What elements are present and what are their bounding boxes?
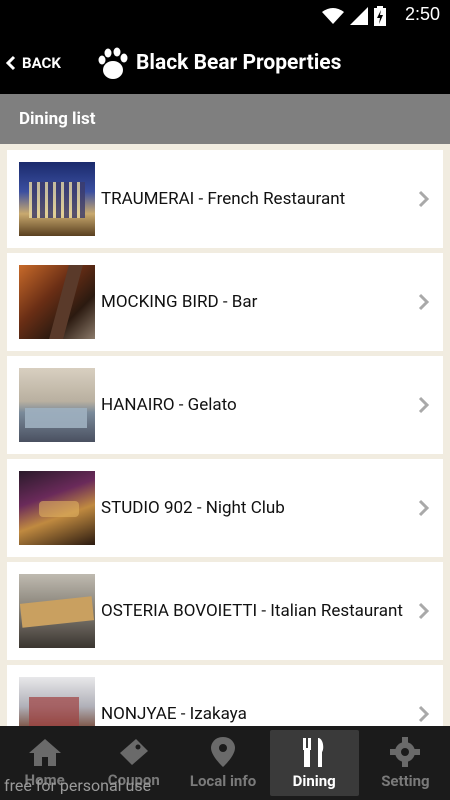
chevron-right-icon (418, 293, 430, 311)
dining-photo (19, 574, 95, 648)
dining-photo (19, 677, 95, 726)
watermark: free for personal use (4, 776, 152, 795)
fork-knife-icon (303, 738, 324, 767)
list-item[interactable]: OSTERIA BOVOIETTI - Italian Restaurant (7, 562, 443, 660)
status-icons (322, 6, 386, 26)
tab-label: Dining (292, 772, 336, 790)
list-item[interactable]: TRAUMERAI - French Restaurant (7, 150, 443, 248)
dining-name: HANAIRO - Gelato (101, 395, 237, 415)
chevron-right-icon (418, 190, 430, 208)
dining-list[interactable]: TRAUMERAI - French Restaurant MOCKING BI… (0, 144, 450, 726)
app-title: Black Bear Properties (136, 51, 342, 75)
list-item[interactable]: NONJYAE - Izakaya (7, 665, 443, 726)
tab-setting[interactable]: Setting (361, 726, 450, 800)
list-item[interactable]: HANAIRO - Gelato (7, 356, 443, 454)
ticket-icon (119, 739, 148, 765)
tab-dining[interactable]: Dining (269, 730, 359, 796)
dining-name: MOCKING BIRD - Bar (101, 292, 258, 312)
dining-photo (19, 265, 95, 339)
signal-icon (350, 7, 368, 25)
back-button[interactable]: BACK (6, 32, 61, 94)
chevron-left-icon (6, 55, 16, 71)
status-bar: 2:50 (0, 0, 450, 32)
list-item[interactable]: STUDIO 902 - Night Club (7, 459, 443, 557)
tab-label: Setting (381, 772, 430, 790)
wifi-icon (322, 8, 344, 24)
app-header: BACK Black Bear Properties (0, 32, 450, 94)
chevron-right-icon (418, 499, 430, 517)
map-pin-icon (211, 737, 235, 767)
chevron-right-icon (418, 602, 430, 620)
list-item[interactable]: MOCKING BIRD - Bar (7, 253, 443, 351)
chevron-right-icon (418, 705, 430, 723)
dining-name: OSTERIA BOVOIETTI - Italian Restaurant (101, 601, 403, 621)
home-icon (28, 739, 61, 766)
chevron-right-icon (418, 396, 430, 414)
tab-local-info[interactable]: Local info (178, 726, 267, 800)
battery-icon (374, 6, 386, 26)
dining-photo (19, 368, 95, 442)
dining-name: NONJYAE - Izakaya (101, 704, 247, 724)
dining-name: STUDIO 902 - Night Club (101, 498, 285, 518)
dining-photo (19, 162, 95, 236)
bear-paw-icon (98, 47, 128, 79)
back-label: BACK (22, 54, 61, 72)
tab-label: Local info (189, 772, 257, 790)
brand: Black Bear Properties (98, 32, 341, 94)
page-title: Dining list (0, 94, 450, 144)
gear-icon (390, 737, 421, 767)
dining-name: TRAUMERAI - French Restaurant (101, 189, 346, 209)
dining-photo (19, 471, 95, 545)
status-time: 2:50 (404, 4, 440, 24)
